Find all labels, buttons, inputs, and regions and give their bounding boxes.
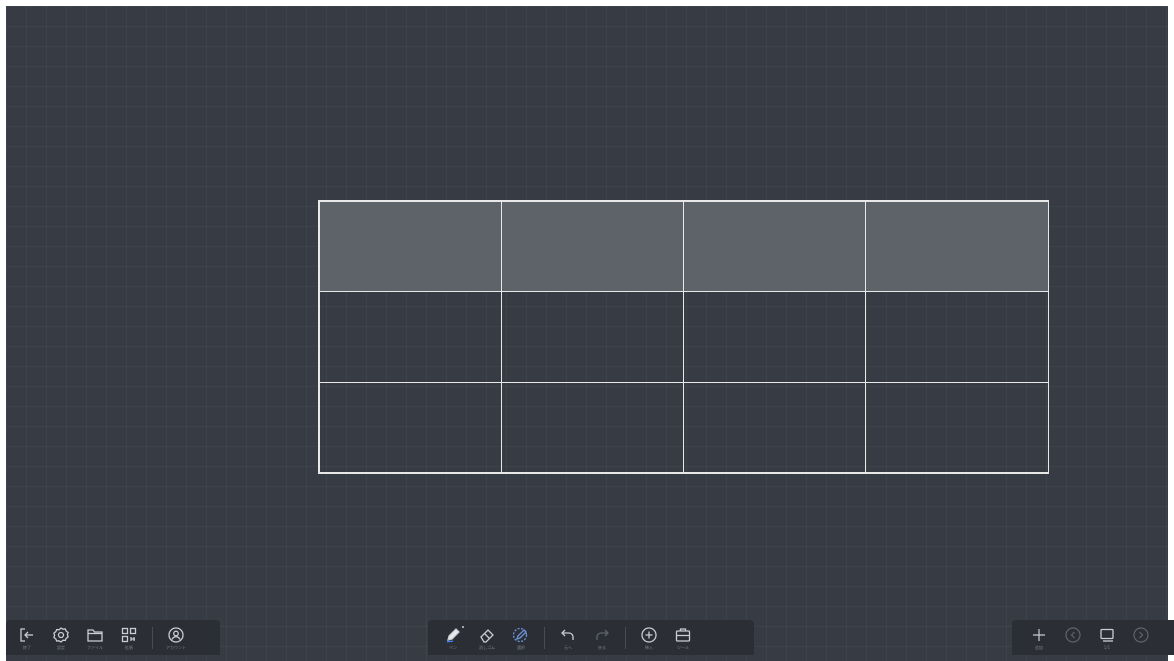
toolbar-divider: [625, 626, 626, 649]
previous-page-button[interactable]: [1056, 620, 1090, 655]
add-page-label: 追加: [1035, 644, 1043, 650]
settings-label: 設定: [57, 644, 65, 650]
right-toolbar: 追加 1/1: [1012, 620, 1174, 655]
table-cell[interactable]: [318, 291, 502, 383]
table-header-cell[interactable]: [683, 200, 867, 293]
insert-label: 挿入: [645, 644, 653, 650]
page-counter: 1/1: [1103, 644, 1111, 650]
undo-label: 元へ: [564, 644, 572, 650]
next-page-button[interactable]: [1124, 620, 1158, 655]
table-cell[interactable]: [683, 291, 867, 383]
table-cell[interactable]: [683, 381, 867, 474]
apps-label: 拡張: [125, 644, 133, 650]
redo-button[interactable]: 戻る: [585, 620, 619, 655]
insert-button[interactable]: 挿入: [632, 620, 666, 655]
toolbar-divider: [152, 626, 153, 649]
eraser-icon: [480, 628, 494, 643]
lasso-button[interactable]: 選択: [504, 620, 538, 655]
file-button[interactable]: ファイル: [78, 620, 112, 655]
toolbox-button[interactable]: ツール: [666, 620, 700, 655]
account-label: アカウント: [166, 644, 186, 650]
undo-icon: [561, 629, 574, 640]
eraser-button[interactable]: 消しゴム: [470, 620, 504, 655]
exit-label: 終了: [23, 644, 31, 650]
pen-icon: [446, 627, 460, 643]
account-icon: [168, 626, 184, 643]
redo-label: 戻る: [598, 644, 606, 650]
pages-button[interactable]: 1/1: [1090, 620, 1124, 655]
account-button[interactable]: アカウント: [159, 620, 193, 655]
lasso-label: 選択: [517, 644, 525, 650]
add-page-button[interactable]: 追加: [1022, 620, 1056, 655]
table-header-cell[interactable]: [500, 200, 684, 293]
pen-label: ペン: [449, 644, 457, 650]
redo-icon: [596, 629, 609, 640]
folder-icon: [87, 628, 103, 642]
plus-icon: [1033, 628, 1045, 641]
toolbar-divider: [544, 626, 545, 649]
apps-button[interactable]: 拡張: [112, 620, 146, 655]
exit-icon: [20, 627, 33, 642]
drawn-table[interactable]: [318, 200, 1049, 474]
toolbox-icon: [675, 627, 691, 642]
table-cell[interactable]: [865, 291, 1049, 383]
table-cell[interactable]: [318, 381, 502, 474]
table-cell[interactable]: [500, 291, 684, 383]
center-toolbar: ペン 消しゴム 選択 元へ 戻る 挿入 ツール: [428, 620, 754, 655]
table-cell[interactable]: [500, 381, 684, 474]
lasso-icon: [512, 627, 528, 642]
pen-options-dot: [462, 626, 464, 628]
table-header-cell[interactable]: [318, 200, 502, 293]
next-page-icon: [1133, 626, 1149, 643]
previous-page-icon: [1065, 626, 1081, 643]
table-header-cell[interactable]: [865, 200, 1049, 293]
file-label: ファイル: [87, 644, 103, 650]
apps-icon: [121, 627, 137, 642]
exit-button[interactable]: 終了: [10, 620, 44, 655]
settings-button[interactable]: 設定: [44, 620, 78, 655]
table-cell[interactable]: [865, 381, 1049, 474]
eraser-label: 消しゴム: [479, 644, 495, 650]
left-toolbar: 終了 設定 ファイル 拡張 アカウント: [6, 620, 220, 655]
insert-icon: [641, 626, 657, 643]
pages-icon: [1100, 628, 1114, 642]
whiteboard-canvas[interactable]: [6, 6, 1168, 661]
undo-button[interactable]: 元へ: [551, 620, 585, 655]
pen-button[interactable]: ペン: [436, 620, 470, 655]
settings-icon: [53, 626, 69, 643]
toolbox-label: ツール: [677, 644, 689, 650]
